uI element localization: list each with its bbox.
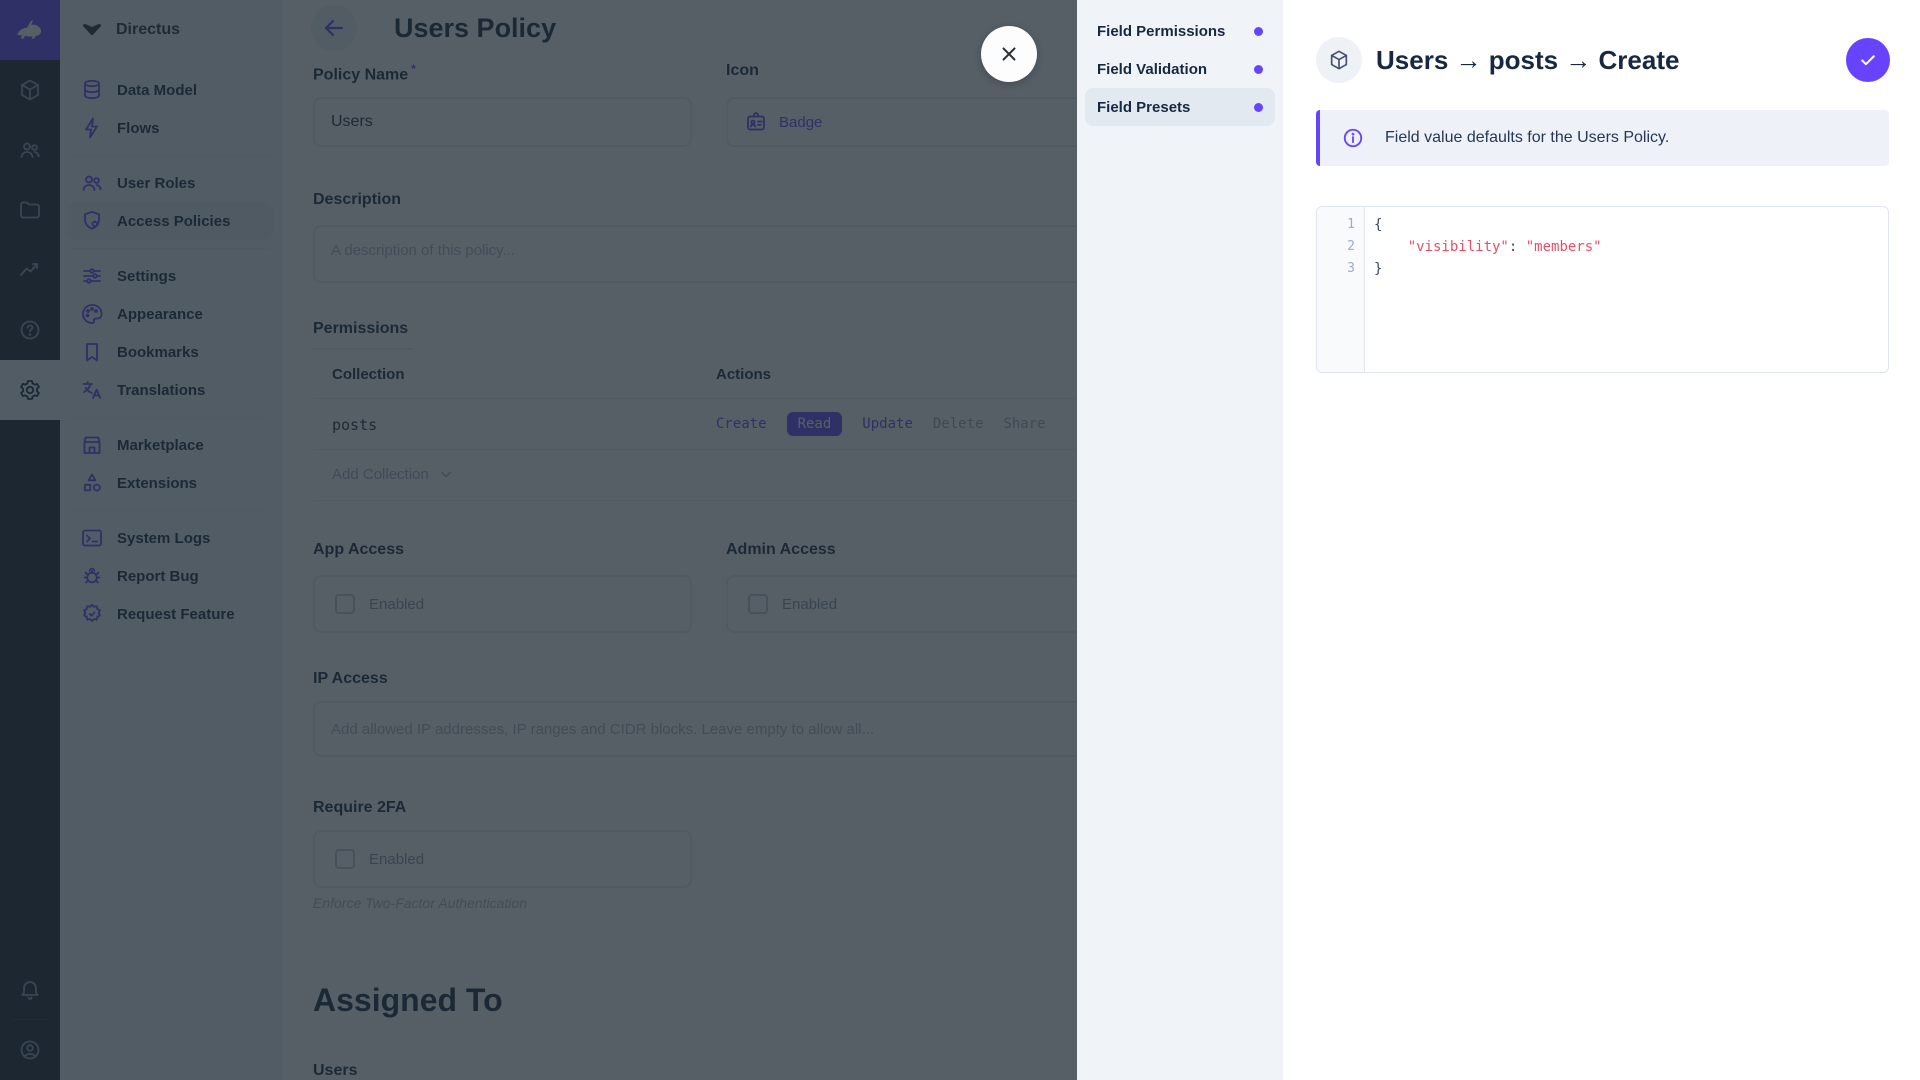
tab-field-permissions[interactable]: Field Permissions [1085,12,1275,50]
save-button[interactable] [1846,38,1890,82]
code-line: } [1374,258,1602,280]
line-number: 3 [1317,258,1355,280]
cube-icon [1328,49,1350,71]
line-number-gutter: 1 2 3 [1317,207,1365,372]
drawer-sidebar: Field Permissions Field Validation Field… [1077,0,1283,1080]
code-editor[interactable]: 1 2 3 { "visibility": "members" } [1316,206,1889,373]
json-value: "members" [1526,239,1602,255]
tab-label: Field Validation [1097,61,1207,78]
tab-label: Field Permissions [1097,23,1225,40]
close-icon [998,43,1020,65]
line-number: 2 [1317,236,1355,258]
drawer-title: Users → posts → Create [1376,45,1679,76]
close-drawer-button[interactable] [981,26,1037,82]
status-dot [1254,27,1263,36]
line-number: 1 [1317,214,1355,236]
code-area: { "visibility": "members" } [1365,207,1602,372]
status-dot [1254,65,1263,74]
drawer-header-icon-circle [1316,37,1362,83]
code-line: "visibility": "members" [1374,236,1602,258]
check-icon [1858,50,1878,70]
tab-field-presets[interactable]: Field Presets [1085,88,1275,126]
drawer-content: Users → posts → Create Field value defau… [1283,0,1920,1080]
notice-text: Field value defaults for the Users Polic… [1385,129,1669,147]
json-key: "visibility" [1408,239,1509,255]
code-line: { [1374,214,1602,236]
info-icon [1342,127,1364,149]
status-dot [1254,103,1263,112]
tab-label: Field Presets [1097,99,1190,116]
tab-field-validation[interactable]: Field Validation [1085,50,1275,88]
info-notice: Field value defaults for the Users Polic… [1316,110,1889,166]
